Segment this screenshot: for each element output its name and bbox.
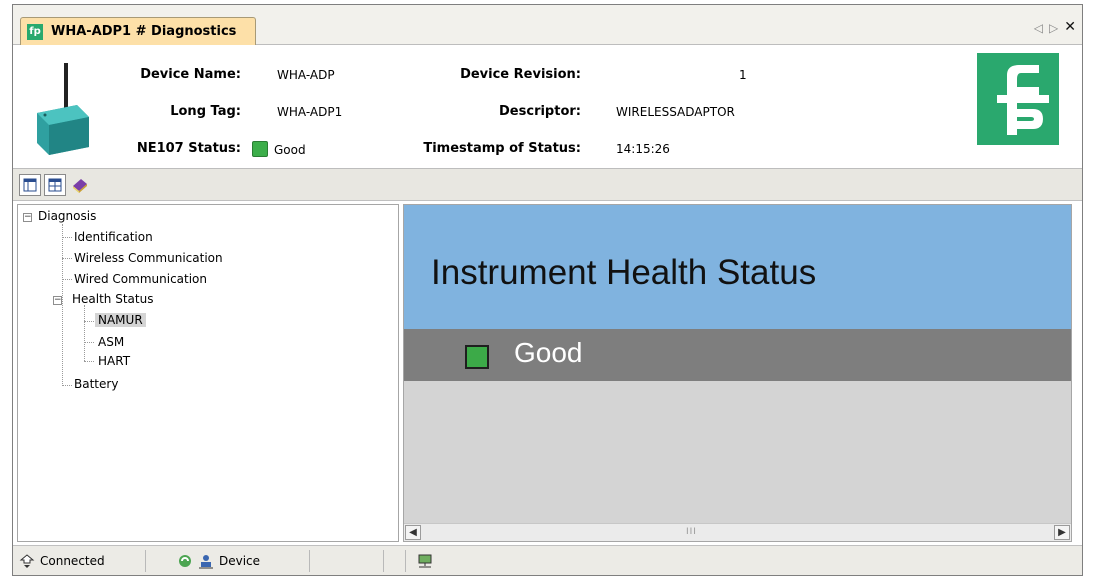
wireless-adapter-image — [37, 63, 89, 155]
tree-line — [84, 305, 85, 361]
device-name-value: WHA-ADP — [277, 68, 335, 82]
ne107-status-value: Good — [274, 143, 306, 157]
tree-line — [62, 279, 72, 280]
tree-item-wired-communication[interactable]: Wired Communication — [74, 272, 207, 286]
tree-line — [62, 258, 72, 259]
device-status: Device — [177, 553, 260, 569]
tree-item-health-status[interactable]: Health Status — [72, 292, 153, 306]
separator — [145, 550, 146, 572]
user-icon — [199, 555, 213, 569]
long-tag-value: WHA-ADP1 — [277, 105, 343, 119]
tree-item-identification[interactable]: Identification — [74, 230, 153, 244]
horizontal-scrollbar[interactable]: ◀ III ▶ — [404, 523, 1071, 541]
panel-status-value: Good — [514, 337, 583, 368]
ne107-status: Good — [252, 141, 306, 157]
tree-line — [62, 237, 72, 238]
connection-status-label: Connected — [40, 554, 105, 568]
tree-item-namur[interactable]: NAMUR — [95, 313, 146, 327]
book-icon[interactable] — [69, 174, 91, 196]
diagnosis-tree: − Diagnosis Identification Wireless Comm… — [17, 204, 399, 542]
descriptor-value: WIRELESSADAPTOR — [616, 105, 735, 119]
connected-icon — [19, 554, 35, 568]
tree-item-battery[interactable]: Battery — [74, 377, 118, 391]
network-status — [417, 553, 433, 569]
table-icon[interactable] — [44, 173, 66, 196]
layout-icon[interactable] — [19, 173, 41, 196]
separator — [383, 550, 384, 572]
panel-banner: Instrument Health Status — [404, 205, 1071, 329]
descriptor-label: Descriptor: — [499, 104, 581, 119]
connection-status: Connected — [19, 553, 105, 569]
separator — [309, 550, 310, 572]
scroll-left-icon[interactable]: ◀ — [405, 525, 421, 540]
status-band: Good — [404, 329, 1071, 381]
pf-logo-icon: fp — [27, 23, 43, 40]
status-good-icon — [252, 141, 268, 157]
close-icon[interactable]: ✕ — [1064, 20, 1076, 35]
device-revision-label: Device Revision: — [460, 67, 581, 82]
scroll-grip-icon[interactable]: III — [686, 527, 697, 537]
diagnostics-window: fp WHA-ADP1 # Diagnostics ◁ ▷ ✕ Device N… — [12, 4, 1083, 576]
tree-line — [84, 361, 94, 362]
panel-title: Instrument Health Status — [431, 253, 817, 292]
tree-item-wireless-communication[interactable]: Wireless Communication — [74, 251, 223, 265]
tree-line — [84, 321, 94, 322]
tree-line — [62, 224, 63, 386]
prev-tab-icon[interactable]: ◁ — [1034, 21, 1043, 35]
tab-diagnostics[interactable]: fp WHA-ADP1 # Diagnostics — [20, 17, 256, 45]
device-name-label: Device Name: — [140, 67, 241, 82]
tree-item-asm[interactable]: ASM — [98, 335, 124, 349]
status-bar: Connected Device — [13, 545, 1082, 575]
collapse-diagnosis-icon[interactable]: − — [23, 213, 32, 222]
long-tag-label: Long Tag: — [170, 104, 241, 119]
tree-line — [62, 385, 72, 386]
collapse-health-status-icon[interactable]: − — [53, 296, 62, 305]
device-revision-value: 1 — [739, 68, 747, 82]
tab-controls: ◁ ▷ ✕ — [1034, 20, 1076, 35]
scroll-right-icon[interactable]: ▶ — [1054, 525, 1070, 540]
status-good-icon — [465, 345, 489, 369]
network-icon[interactable] — [417, 553, 433, 569]
tree-item-hart[interactable]: HART — [98, 354, 130, 368]
health-status-panel: Instrument Health Status Good ◀ III ▶ — [403, 204, 1072, 542]
refresh-icon[interactable] — [177, 553, 193, 569]
next-tab-icon[interactable]: ▷ — [1049, 21, 1058, 35]
device-status-label: Device — [219, 554, 261, 568]
separator — [405, 550, 406, 572]
timestamp-label: Timestamp of Status: — [423, 141, 581, 156]
toolbar — [13, 169, 1082, 201]
tree-line — [84, 342, 94, 343]
device-header: Device Name: WHA-ADP Long Tag: WHA-ADP1 … — [13, 45, 1082, 169]
tab-bar: fp WHA-ADP1 # Diagnostics ◁ ▷ ✕ — [13, 5, 1082, 45]
timestamp-value: 14:15:26 — [616, 142, 670, 156]
pf-brand-logo — [977, 53, 1059, 145]
tab-title: WHA-ADP1 # Diagnostics — [51, 24, 237, 39]
tree-item-diagnosis[interactable]: Diagnosis — [38, 209, 96, 223]
ne107-status-label: NE107 Status: — [136, 141, 241, 156]
